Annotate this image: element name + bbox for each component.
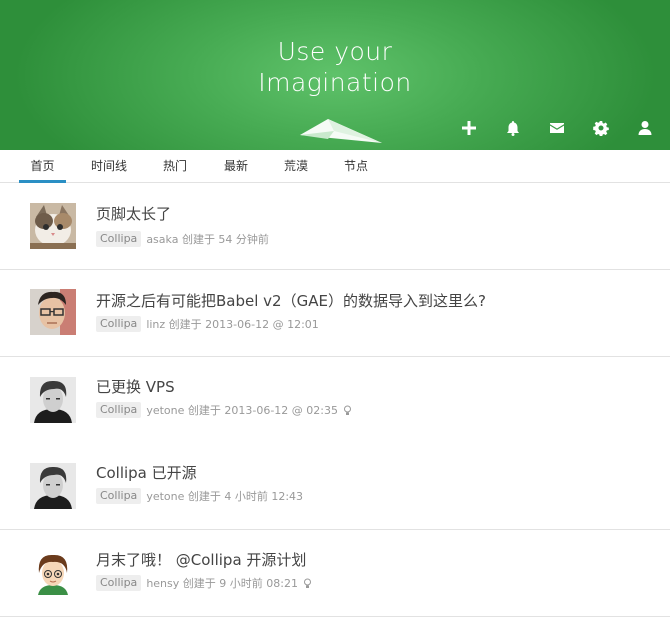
tab-latest[interactable]: 最新	[214, 150, 258, 183]
plus-icon[interactable]	[458, 115, 480, 141]
cat-avatar-image	[30, 203, 76, 249]
topic-title[interactable]: 开源之后有可能把Babel v2（GAE）的数据导入到这里么?	[96, 290, 486, 311]
bw-man-avatar-image	[30, 377, 76, 423]
header-banner: Use your Imagination	[0, 0, 670, 150]
node-badge[interactable]: Collipa	[96, 575, 142, 591]
lightbulb-icon	[303, 578, 311, 588]
topic-row[interactable]: Collipa 已开源 Collipa yetone 创建于 4 小时前 12:…	[0, 443, 670, 530]
tab-desert[interactable]: 荒漠	[274, 150, 318, 183]
nav-tabs: 首页 时间线 热门 最新 荒漠 节点	[0, 150, 670, 183]
avatar[interactable]	[30, 377, 76, 423]
tab-hot[interactable]: 热门	[153, 150, 197, 183]
tab-timeline[interactable]: 时间线	[84, 150, 134, 183]
bell-icon[interactable]	[502, 115, 524, 141]
node-badge[interactable]: Collipa	[96, 316, 142, 332]
topic-meta: Collipa yetone 创建于 4 小时前 12:43	[96, 488, 303, 504]
header-actions	[458, 115, 670, 141]
topic-meta: Collipa asaka 创建于 54 分钟前	[96, 231, 269, 247]
tagline: Use your Imagination	[0, 36, 670, 98]
topic-meta: Collipa hensy 创建于 9 小时前 08:21	[96, 575, 312, 591]
bw-man-avatar-image	[30, 463, 76, 509]
topic-author-time: yetone 创建于 4 小时前 12:43	[146, 490, 304, 503]
topic-author-time: linz 创建于 2013-06-12 @ 12:01	[146, 318, 319, 331]
tagline-line-2: Imagination	[258, 68, 412, 97]
topic-author-time: asaka 创建于 54 分钟前	[146, 233, 269, 246]
avatar[interactable]	[30, 549, 76, 595]
avatar[interactable]	[30, 463, 76, 509]
tagline-line-1: Use your	[277, 37, 393, 66]
topic-meta: Collipa linz 创建于 2013-06-12 @ 12:01	[96, 316, 319, 332]
lightbulb-icon	[344, 405, 351, 415]
topic-meta: Collipa yetone 创建于 2013-06-12 @ 02:35	[96, 402, 352, 418]
cartoon-boy-avatar-image	[30, 549, 76, 595]
glasses-man-avatar-image	[30, 289, 76, 335]
user-icon[interactable]	[634, 115, 656, 141]
topic-title[interactable]: Collipa 已开源	[96, 462, 197, 483]
topic-title[interactable]: 月末了哦！ @Collipa 开源计划	[96, 549, 306, 570]
gear-icon[interactable]	[590, 115, 612, 141]
avatar[interactable]	[30, 289, 76, 335]
topic-row[interactable]: 月末了哦！ @Collipa 开源计划 Collipa hensy 创建于 9 …	[0, 530, 670, 617]
topic-title[interactable]: 页脚太长了	[96, 203, 171, 224]
topic-row[interactable]: 已更换 VPS Collipa yetone 创建于 2013-06-12 @ …	[0, 357, 670, 444]
avatar[interactable]	[30, 203, 76, 249]
node-badge[interactable]: Collipa	[96, 488, 142, 504]
topic-author-time: yetone 创建于 2013-06-12 @ 02:35	[146, 404, 338, 417]
mail-icon[interactable]	[546, 115, 568, 141]
paper-plane-logo	[300, 119, 382, 143]
topic-row[interactable]: 页脚太长了 Collipa asaka 创建于 54 分钟前	[0, 183, 670, 270]
topic-title[interactable]: 已更换 VPS	[96, 376, 175, 397]
node-badge[interactable]: Collipa	[96, 402, 142, 418]
node-badge[interactable]: Collipa	[96, 231, 142, 247]
tab-nodes[interactable]: 节点	[334, 150, 378, 183]
tab-home[interactable]: 首页	[19, 150, 66, 183]
topic-row[interactable]: 开源之后有可能把Babel v2（GAE）的数据导入到这里么? Collipa …	[0, 270, 670, 357]
topic-author-time: hensy 创建于 9 小时前 08:21	[146, 577, 298, 590]
